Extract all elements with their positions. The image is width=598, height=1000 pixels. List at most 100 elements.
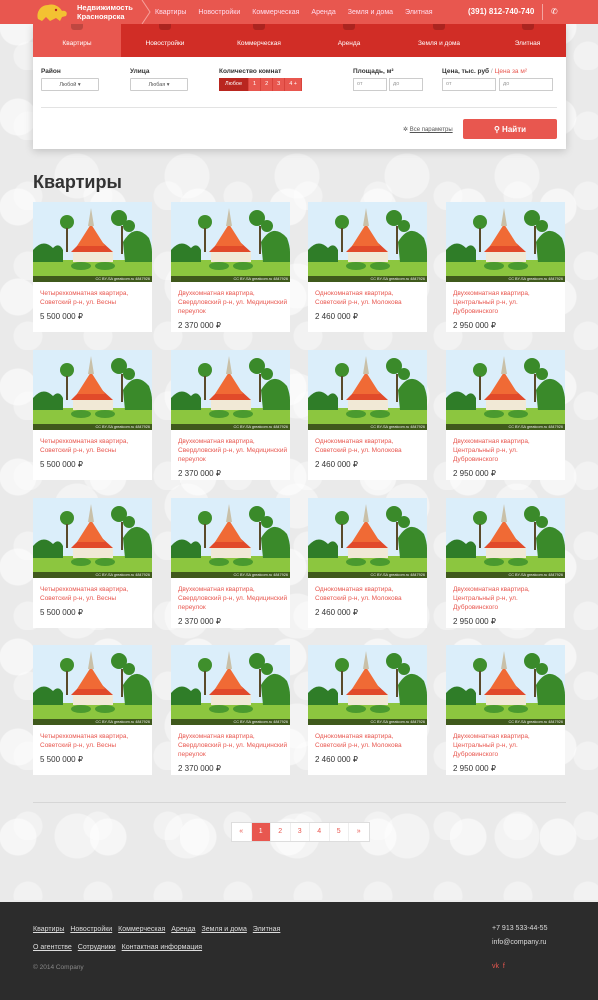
listing-title[interactable]: Двухкомнатная квартира, Центральный р-н,… — [453, 289, 563, 316]
listing-card[interactable]: CC BY-SA greatcom.ru 4847926 Однокомнатна… — [308, 350, 427, 480]
all-params-link[interactable]: ✲ Все параметры — [403, 126, 453, 133]
listing-thumbnail[interactable]: CC BY-SA greatcom.ru 4847926 — [308, 498, 427, 578]
footer-link-about[interactable]: О агентстве — [33, 944, 72, 951]
footer-link-apartments[interactable]: Квартиры — [33, 926, 64, 933]
listing-thumbnail[interactable]: CC BY-SA greatcom.ru 4847926 — [33, 202, 152, 282]
footer-link-rent[interactable]: Аренда — [171, 926, 195, 933]
footer-link-land[interactable]: Земля и дома — [202, 926, 247, 933]
header-phone[interactable]: (391) 812-740-740 — [468, 7, 534, 16]
listing-thumbnail[interactable]: CC BY-SA greatcom.ru 4847926 — [446, 498, 565, 578]
nav-new-buildings[interactable]: Новостройки — [198, 9, 240, 16]
footer-link-new-buildings[interactable]: Новостройки — [70, 926, 112, 933]
rooms-any[interactable]: Любое — [219, 78, 250, 91]
listing-thumbnail[interactable]: CC BY-SA greatcom.ru 4847926 — [33, 645, 152, 725]
tab-rent[interactable]: Аренда — [309, 24, 389, 57]
page-5[interactable]: 5 — [330, 823, 349, 841]
footer-link-commercial[interactable]: Коммерческая — [118, 926, 165, 933]
listing-title[interactable]: Однокомнатная квартира, Советский р-н, у… — [315, 437, 425, 455]
listing-thumbnail[interactable]: CC BY-SA greatcom.ru 4847926 — [33, 498, 152, 578]
listing-title[interactable]: Двухкомнатная квартира, Свердловский р-н… — [178, 289, 288, 316]
listing-card[interactable]: CC BY-SA greatcom.ru 4847926 Двухкомнатна… — [446, 645, 565, 775]
footer-link-elite[interactable]: Элитная — [253, 926, 281, 933]
tab-elite[interactable]: Элитная — [489, 24, 566, 57]
footer-phone[interactable]: +7 913 533-44-55 — [492, 925, 547, 932]
area-to-input[interactable]: до — [389, 78, 423, 91]
listing-thumbnail[interactable]: CC BY-SA greatcom.ru 4847926 — [308, 645, 427, 725]
tab-new-buildings[interactable]: Новостройки — [121, 24, 209, 57]
listing-card[interactable]: CC BY-SA greatcom.ru 4847926 Однокомнатна… — [308, 645, 427, 775]
page-1[interactable]: 1 — [251, 823, 271, 841]
tab-apartments[interactable]: Квартиры — [33, 24, 121, 57]
street-select[interactable]: Любая ▾ — [130, 78, 188, 91]
rooms-2[interactable]: 2 — [261, 78, 274, 91]
listing-thumbnail[interactable]: CC BY-SA greatcom.ru 4847926 — [171, 498, 290, 578]
listing-title[interactable]: Двухкомнатная квартира, Свердловский р-н… — [178, 585, 288, 612]
listing-card[interactable]: CC BY-SA greatcom.ru 4847926 Четырехкомна… — [33, 498, 152, 628]
listing-card[interactable]: CC BY-SA greatcom.ru 4847926 Четырехкомна… — [33, 645, 152, 775]
nav-land-houses[interactable]: Земля и дома — [348, 9, 393, 16]
listing-title[interactable]: Двухкомнатная квартира, Свердловский р-н… — [178, 437, 288, 464]
price-per-sqm-link[interactable]: Цена за м² — [495, 68, 527, 75]
listing-card[interactable]: CC BY-SA greatcom.ru 4847926 Двухкомнатна… — [446, 202, 565, 332]
listing-thumbnail[interactable]: CC BY-SA greatcom.ru 4847926 — [171, 202, 290, 282]
listing-card[interactable]: CC BY-SA greatcom.ru 4847926 Двухкомнатна… — [171, 498, 290, 628]
price-from-input[interactable]: от — [442, 78, 496, 91]
district-select[interactable]: Любой ▾ — [41, 78, 99, 91]
listing-title[interactable]: Однокомнатная квартира, Советский р-н, у… — [315, 732, 425, 750]
listing-title[interactable]: Двухкомнатная квартира, Свердловский р-н… — [178, 732, 288, 759]
nav-elite[interactable]: Элитная — [405, 9, 433, 16]
listing-thumbnail[interactable]: CC BY-SA greatcom.ru 4847926 — [308, 202, 427, 282]
facebook-icon[interactable]: f — [503, 963, 505, 970]
listing-card[interactable]: CC BY-SA greatcom.ru 4847926 Двухкомнатна… — [446, 498, 565, 628]
listing-title[interactable]: Четырехкомнатная квартира, Советский р-н… — [40, 732, 150, 750]
tab-commercial[interactable]: Коммерческая — [209, 24, 309, 57]
listing-title[interactable]: Четырехкомнатная квартира, Советский р-н… — [40, 289, 150, 307]
page-2[interactable]: 2 — [271, 823, 291, 841]
listing-thumbnail[interactable]: CC BY-SA greatcom.ru 4847926 — [33, 350, 152, 430]
listing-thumbnail[interactable]: CC BY-SA greatcom.ru 4847926 — [446, 202, 565, 282]
listing-card[interactable]: CC BY-SA greatcom.ru 4847926 Однокомнатна… — [308, 498, 427, 628]
listing-title[interactable]: Двухкомнатная квартира, Центральный р-н,… — [453, 585, 563, 612]
listing-card[interactable]: CC BY-SA greatcom.ru 4847926 Двухкомнатна… — [171, 645, 290, 775]
page-4[interactable]: 4 — [310, 823, 330, 841]
listing-card[interactable]: CC BY-SA greatcom.ru 4847926 Двухкомнатна… — [171, 350, 290, 480]
brand-name[interactable]: Недвижимость — [77, 4, 133, 12]
listing-thumbnail[interactable]: CC BY-SA greatcom.ru 4847926 — [171, 350, 290, 430]
listing-title[interactable]: Однокомнатная квартира, Советский р-н, у… — [315, 585, 425, 603]
page-prev[interactable]: « — [232, 823, 252, 841]
page-3[interactable]: 3 — [291, 823, 310, 841]
listing-card[interactable]: CC BY-SA greatcom.ru 4847926 Четырехкомна… — [33, 350, 152, 480]
nav-apartments[interactable]: Квартиры — [155, 9, 186, 16]
page-next[interactable]: » — [349, 823, 369, 841]
listing-title[interactable]: Четырехкомнатная квартира, Советский р-н… — [40, 585, 150, 603]
listing-title[interactable]: Двухкомнатная квартира, Центральный р-н,… — [453, 732, 563, 759]
tab-land-houses[interactable]: Земля и дома — [389, 24, 489, 57]
nav-rent[interactable]: Аренда — [311, 9, 335, 16]
phone-icon[interactable]: ✆ — [551, 7, 558, 16]
listing-thumbnail[interactable]: CC BY-SA greatcom.ru 4847926 — [308, 350, 427, 430]
find-button[interactable]: ⚲ Найти — [463, 119, 557, 139]
listing-thumbnail[interactable]: CC BY-SA greatcom.ru 4847926 — [171, 645, 290, 725]
footer-email[interactable]: info@company.ru — [492, 939, 546, 946]
footer-link-contacts[interactable]: Контактная информация — [122, 944, 202, 951]
listing-title[interactable]: Двухкомнатная квартира, Центральный р-н,… — [453, 437, 563, 464]
listing-thumbnail[interactable]: CC BY-SA greatcom.ru 4847926 — [446, 645, 565, 725]
brand-city[interactable]: Красноярска — [77, 12, 125, 21]
rooms-3[interactable]: 3 — [273, 78, 286, 91]
listing-card[interactable]: CC BY-SA greatcom.ru 4847926 Двухкомнатна… — [446, 350, 565, 480]
rooms-4plus[interactable]: 4 + — [285, 78, 303, 91]
vk-icon[interactable]: vk — [492, 963, 499, 970]
listing-card[interactable]: CC BY-SA greatcom.ru 4847926 Однокомнатна… — [308, 202, 427, 332]
area-from-input[interactable]: от — [353, 78, 387, 91]
listing-title[interactable]: Однокомнатная квартира, Советский р-н, у… — [315, 289, 425, 307]
listing-card[interactable]: CC BY-SA greatcom.ru 4847926 Четырехкомна… — [33, 202, 152, 332]
listing-title[interactable]: Четырехкомнатная квартира, Советский р-н… — [40, 437, 150, 455]
rooms-1[interactable]: 1 — [249, 78, 262, 91]
footer-link-staff[interactable]: Сотрудники — [78, 944, 116, 951]
nav-commercial[interactable]: Коммерческая — [252, 9, 299, 16]
listing-price: 2 460 000 ₽ — [315, 312, 358, 321]
listing-thumbnail[interactable]: CC BY-SA greatcom.ru 4847926 — [446, 350, 565, 430]
price-to-input[interactable]: до — [499, 78, 553, 91]
listing-card[interactable]: CC BY-SA greatcom.ru 4847926 Двухкомнатна… — [171, 202, 290, 332]
lion-logo-icon[interactable] — [32, 1, 72, 23]
